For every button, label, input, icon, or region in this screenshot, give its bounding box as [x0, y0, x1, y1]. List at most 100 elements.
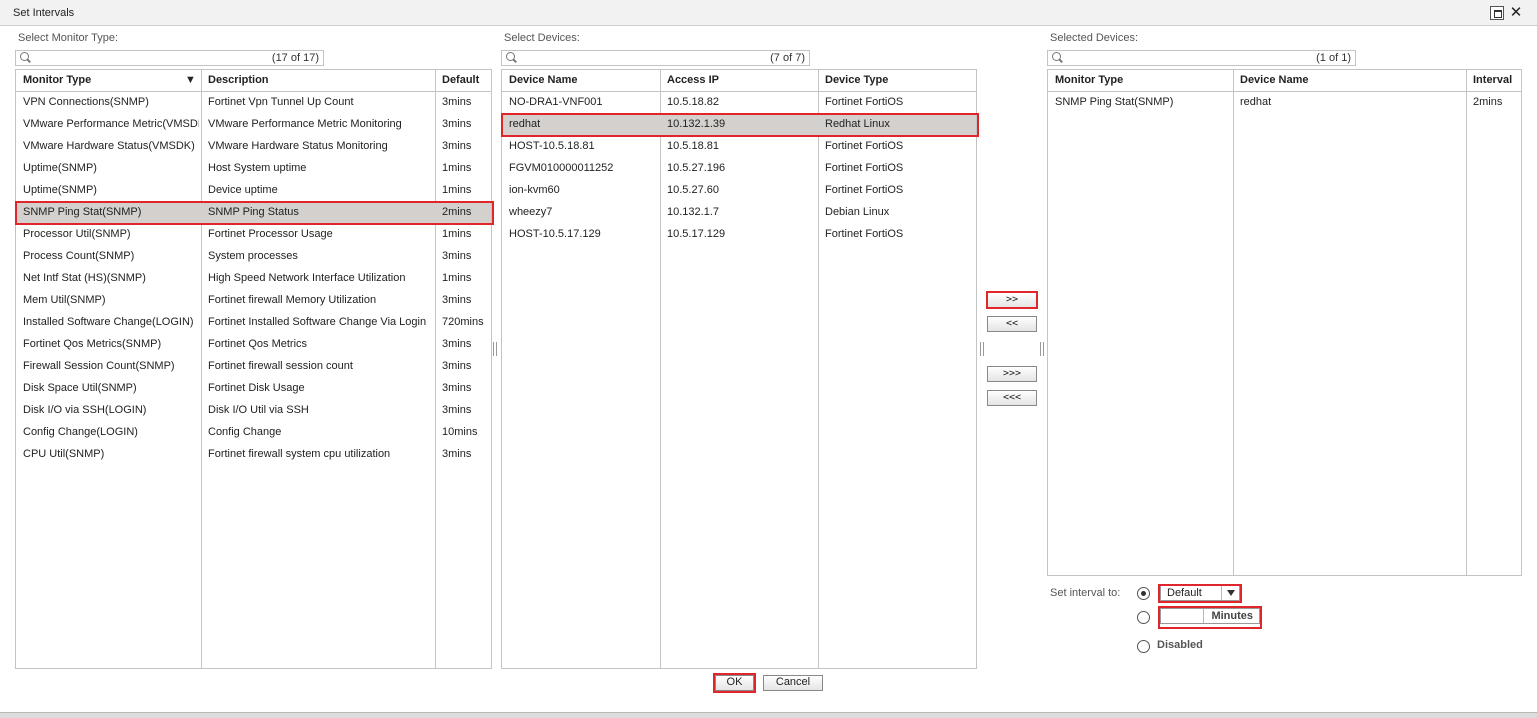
monitor-type-cell: SNMP Ping Stat(SNMP)	[1055, 96, 1174, 108]
interval-default-radio[interactable]	[1137, 587, 1150, 600]
table-row[interactable]: HOST-10.5.18.81 10.5.18.81 Fortinet FortiO…	[502, 136, 976, 158]
table-row[interactable]: Net Intf Stat (HS)(SNMP) High Speed Netwo…	[16, 268, 491, 290]
dialog-title: Set Intervals	[13, 7, 75, 19]
table-row[interactable]: Uptime(SNMP) Host System uptime 1mins	[16, 158, 491, 180]
column-header-device-name[interactable]: Device Name	[1240, 74, 1309, 86]
device-type-cell: Redhat Linux	[825, 118, 890, 130]
default-interval-cell: 3mins	[442, 338, 472, 350]
column-header-default[interactable]: Default	[442, 74, 479, 86]
description-cell: Fortinet firewall Memory Utilization	[208, 294, 377, 306]
monitor-type-cell: Processor Util(SNMP)	[23, 228, 131, 240]
ok-button[interactable]: OK	[715, 675, 754, 691]
device-grid-header: Device Name Access IP Device Type	[502, 70, 976, 92]
table-row[interactable]: CPU Util(SNMP) Fortinet firewall system c…	[16, 444, 491, 466]
set-interval-label: Set interval to:	[1050, 587, 1121, 599]
sort-desc-icon[interactable]: ▼	[185, 74, 196, 86]
column-header-interval[interactable]: Interval	[1473, 74, 1512, 86]
table-row[interactable]: Disk Space Util(SNMP) Fortinet Disk Usage…	[16, 378, 491, 400]
table-row[interactable]: Firewall Session Count(SNMP) Fortinet fir…	[16, 356, 491, 378]
panel-splitter-handle[interactable]	[493, 342, 497, 356]
table-row[interactable]: Processor Util(SNMP) Fortinet Processor U…	[16, 224, 491, 246]
table-row[interactable]: FGVM010000011252 10.5.27.196 Fortinet Fort…	[502, 158, 976, 180]
column-header-access-ip[interactable]: Access IP	[667, 74, 719, 86]
access-ip-cell: 10.132.1.39	[667, 118, 726, 130]
table-row[interactable]: VPN Connections(SNMP) Fortinet Vpn Tunnel…	[16, 92, 491, 114]
monitor-type-cell: Disk I/O via SSH(LOGIN)	[23, 404, 147, 416]
description-cell: Fortinet firewall system cpu utilization	[208, 448, 391, 460]
default-interval-cell: 720mins	[442, 316, 484, 328]
add-selected-button[interactable]: >>	[987, 292, 1037, 308]
selected-grid-header: Monitor Type Device Name Interval	[1048, 70, 1521, 92]
close-icon[interactable]: ✕	[1509, 5, 1523, 20]
selected-search-box[interactable]: (1 of 1)	[1047, 50, 1356, 66]
default-interval-cell: 3mins	[442, 96, 472, 108]
table-row[interactable]: Fortinet Qos Metrics(SNMP) Fortinet Qos M…	[16, 334, 491, 356]
search-icon	[1052, 52, 1063, 64]
remove-selected-button[interactable]: <<	[987, 316, 1037, 332]
description-cell: Fortinet Processor Usage	[208, 228, 333, 240]
monitor-type-cell: VMware Hardware Status(VMSDK)	[23, 140, 195, 152]
table-row[interactable]: Mem Util(SNMP) Fortinet firewall Memory U…	[16, 290, 491, 312]
monitor-type-cell: Mem Util(SNMP)	[23, 294, 106, 306]
description-cell: Device uptime	[208, 184, 278, 196]
panel-splitter-handle[interactable]	[1040, 342, 1044, 356]
default-interval-cell: 1mins	[442, 184, 472, 196]
interval-minutes-radio[interactable]	[1137, 611, 1150, 624]
selected-search-count: (1 of 1)	[1316, 52, 1351, 64]
default-interval-cell: 10mins	[442, 426, 478, 438]
table-row[interactable]: Disk I/O via SSH(LOGIN) Disk I/O Util via…	[16, 400, 491, 422]
device-name-cell: FGVM010000011252	[509, 162, 614, 174]
column-header-device-name[interactable]: Device Name	[509, 74, 578, 86]
column-header-description[interactable]: Description	[208, 74, 269, 86]
column-header-monitor-type[interactable]: Monitor Type	[1055, 74, 1123, 86]
device-search-box[interactable]: (7 of 7)	[501, 50, 810, 66]
dropdown-arrow-icon[interactable]	[1221, 586, 1239, 600]
description-cell: Host System uptime	[208, 162, 307, 174]
default-interval-cell: 3mins	[442, 448, 472, 460]
maximize-icon[interactable]	[1490, 6, 1504, 20]
access-ip-cell: 10.5.17.129	[667, 228, 726, 240]
default-interval-cell: 3mins	[442, 294, 472, 306]
monitor-type-grid: Monitor Type ▼ Description Default VPN C…	[15, 69, 494, 669]
panel-splitter-handle[interactable]	[980, 342, 984, 356]
access-ip-cell: 10.5.18.81	[667, 140, 719, 152]
table-row[interactable]: NO-DRA1-VNF001 10.5.18.82 Fortinet FortiOS	[502, 92, 976, 114]
interval-minutes-field[interactable]: Minutes	[1160, 608, 1260, 624]
table-row[interactable]: HOST-10.5.17.129 10.5.17.129 Fortinet Fort…	[502, 224, 976, 246]
interval-default-value: Default	[1167, 587, 1202, 599]
column-header-monitor-type[interactable]: Monitor Type	[23, 74, 91, 86]
monitor-type-cell: Uptime(SNMP)	[23, 162, 97, 174]
cancel-button[interactable]: Cancel	[763, 675, 823, 691]
device-name-cell: ion-kvm60	[509, 184, 560, 196]
default-interval-cell: 3mins	[442, 360, 472, 372]
table-row[interactable]: ion-kvm60 10.5.27.60 Fortinet FortiOS	[502, 180, 976, 202]
access-ip-cell: 10.5.27.60	[667, 184, 719, 196]
table-row[interactable]: SNMP Ping Stat(SNMP) SNMP Ping Status 2min…	[16, 202, 491, 224]
table-row[interactable]: Installed Software Change(LOGIN) Fortinet…	[16, 312, 491, 334]
device-search-count: (7 of 7)	[770, 52, 805, 64]
device-type-cell: Fortinet FortiOS	[825, 228, 904, 240]
device-grid: Device Name Access IP Device Type NO-DRA…	[501, 69, 979, 669]
table-row[interactable]: Config Change(LOGIN) Config Change 10mins	[16, 422, 491, 444]
table-row[interactable]: VMware Performance Metric(VMSDK) VMware P…	[16, 114, 491, 136]
table-row[interactable]: wheezy7 10.132.1.7 Debian Linux	[502, 202, 976, 224]
monitor-grid-header: Monitor Type ▼ Description Default	[16, 70, 491, 92]
interval-default-select[interactable]: Default	[1160, 585, 1240, 601]
table-row[interactable]: redhat 10.132.1.39 Redhat Linux	[502, 114, 976, 136]
table-row[interactable]: SNMP Ping Stat(SNMP) redhat 2mins	[1048, 92, 1521, 114]
add-all-button[interactable]: >>>	[987, 366, 1037, 382]
description-cell: Fortinet Qos Metrics	[208, 338, 308, 350]
device-type-cell: Fortinet FortiOS	[825, 96, 904, 108]
column-header-device-type[interactable]: Device Type	[825, 74, 888, 86]
monitor-type-cell: SNMP Ping Stat(SNMP)	[23, 206, 142, 218]
interval-disabled-radio[interactable]	[1137, 640, 1150, 653]
table-row[interactable]: VMware Hardware Status(VMSDK) VMware Hard…	[16, 136, 491, 158]
monitor-type-cell: Process Count(SNMP)	[23, 250, 135, 262]
table-row[interactable]: Process Count(SNMP) System processes 3mins	[16, 246, 491, 268]
monitor-type-section-label: Select Monitor Type:	[18, 32, 119, 44]
monitor-search-box[interactable]: (17 of 17)	[15, 50, 324, 66]
access-ip-cell: 10.5.18.82	[667, 96, 719, 108]
description-cell: High Speed Network Interface Utilization	[208, 272, 406, 284]
table-row[interactable]: Uptime(SNMP) Device uptime 1mins	[16, 180, 491, 202]
remove-all-button[interactable]: <<<	[987, 390, 1037, 406]
